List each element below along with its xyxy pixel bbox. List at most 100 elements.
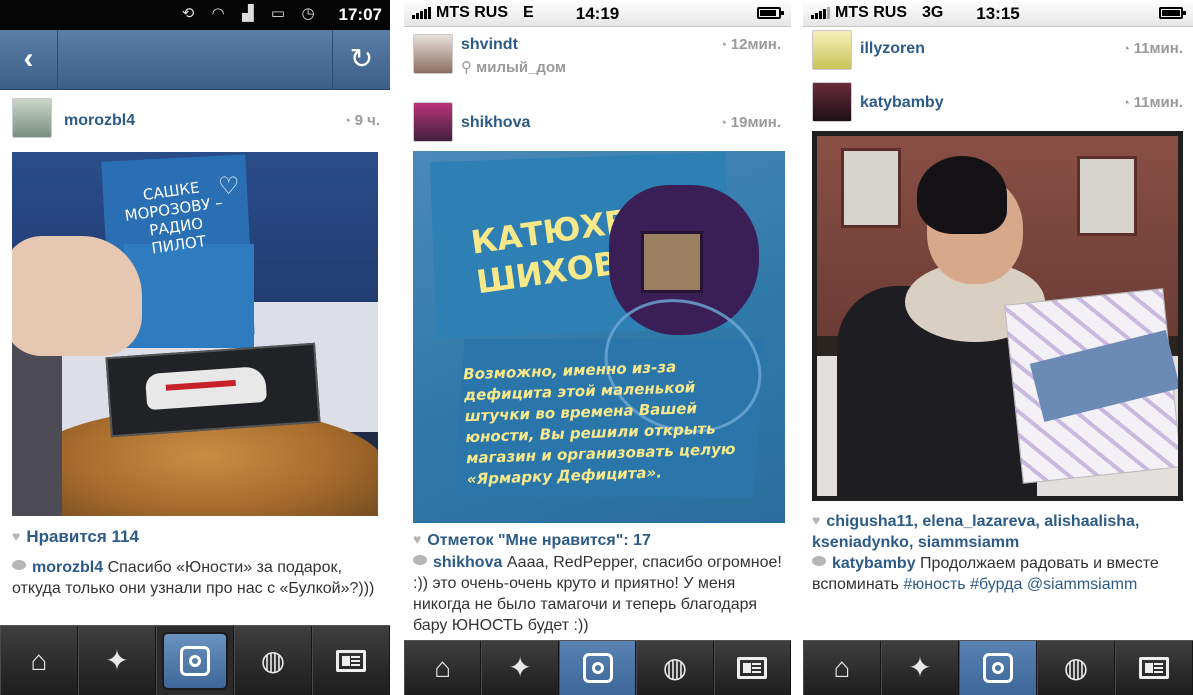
photo-hand: [12, 236, 142, 356]
post-header: morozbl4 9 ч.: [0, 96, 390, 146]
star-icon: ✦: [105, 644, 129, 676]
photo-window: [841, 148, 901, 228]
status-time: 14:19: [575, 4, 620, 23]
post-time: 12мин.: [719, 36, 781, 53]
likes-count: Отметок "Мне нравится": 17: [427, 532, 651, 549]
post-username[interactable]: shikhova: [461, 114, 530, 132]
avatar[interactable]: [812, 30, 852, 70]
nav-bar: ‹ ↻: [0, 30, 390, 90]
tab-camera[interactable]: [959, 641, 1037, 695]
speech-bubble-icon: ◍: [1063, 652, 1089, 683]
back-button[interactable]: ‹: [0, 30, 58, 90]
post-time: 11мин.: [1122, 40, 1183, 57]
liker[interactable]: elena_lazareva: [922, 513, 1035, 530]
likes-line[interactable]: ♥ Нравится 114: [12, 527, 139, 547]
comment: katybamby Продолжаем радовать и вместе в…: [812, 553, 1187, 595]
battery-icon: [757, 7, 784, 19]
comment-username[interactable]: katybamby: [832, 555, 916, 572]
avatar[interactable]: [12, 98, 52, 138]
post-photo[interactable]: КАТЮХЕ ШИХОВОЙ Возможно, именно из-за деф…: [413, 151, 785, 523]
post-photo[interactable]: САШКЕ МОРОЗОВУ – РАДИО ПИЛОТ ♡: [12, 152, 378, 516]
post-location[interactable]: ⚲ милый_дом: [461, 58, 566, 76]
news-card-icon: [1139, 657, 1169, 679]
post-username[interactable]: illyzoren: [860, 40, 925, 58]
prev-post-header: illyzoren 11мин.: [803, 28, 1193, 74]
phone-screen-ios-2: MTS RUS 3G 13:15 illyzoren 11мин. katyba…: [803, 0, 1193, 695]
photo-card-text: САШКЕ МОРОЗОВУ – РАДИО ПИЛОТ: [123, 178, 224, 258]
tab-popular[interactable]: ✦: [481, 641, 559, 695]
likers-line: ♥ chigusha11, elena_lazareva, alishaalish…: [812, 512, 1140, 551]
avatar[interactable]: [413, 102, 453, 142]
star-icon: ✦: [908, 652, 932, 683]
comment-tags[interactable]: #юность #бурда @siammsiamm: [903, 576, 1137, 593]
post-time: 11мин.: [1122, 94, 1183, 111]
tab-popular[interactable]: ✦: [78, 626, 156, 695]
tab-popular[interactable]: ✦: [881, 641, 959, 695]
tab-home[interactable]: ⌂: [0, 626, 78, 695]
tab-profile[interactable]: [713, 641, 791, 695]
comment-icon: [413, 555, 427, 565]
status-bar: MTS RUS 3G 13:15: [803, 0, 1193, 27]
home-icon: ⌂: [30, 644, 48, 676]
tab-activity[interactable]: ◍: [1037, 641, 1115, 695]
tab-camera[interactable]: [558, 641, 637, 695]
comment: morozbl4 Спасибо «Юности» за подарок, от…: [12, 557, 378, 599]
tab-bar: ⌂ ✦ ◍: [803, 640, 1193, 695]
camera-icon: [582, 653, 613, 683]
photo-sleeve: [12, 342, 62, 516]
tab-bar: ⌂ ✦ ◍: [0, 625, 390, 695]
news-card-icon: [737, 657, 768, 679]
post-username[interactable]: katybamby: [860, 94, 944, 112]
likes-line[interactable]: ♥ Отметок "Мне нравится": 17: [413, 531, 651, 550]
post-username[interactable]: morozbl4: [64, 112, 135, 130]
camera-icon: [180, 645, 210, 676]
photo-card-fold: [124, 244, 254, 348]
tab-profile[interactable]: [1115, 641, 1193, 695]
avatar[interactable]: [812, 82, 852, 122]
likes-count: Нравится 114: [26, 527, 139, 546]
post-time: 19мин.: [719, 114, 781, 131]
tab-home[interactable]: ⌂: [404, 641, 482, 695]
liker[interactable]: siammsiamm: [918, 534, 1019, 551]
tab-activity[interactable]: ◍: [636, 641, 714, 695]
rotate-icon: ⟲: [181, 5, 195, 22]
post-username[interactable]: shvindt: [461, 36, 518, 54]
avatar[interactable]: [413, 34, 453, 74]
signal-icon: ▟: [242, 5, 254, 22]
refresh-icon: ↻: [349, 43, 374, 74]
home-icon: ⌂: [833, 652, 851, 683]
heart-icon: ♥: [812, 512, 821, 528]
post-time: 9 ч.: [343, 112, 380, 129]
liker[interactable]: kseniadynko: [812, 534, 909, 551]
heart-outline-icon: ♡: [218, 173, 240, 200]
prev-post-header: shvindt ⚲ милый_дом 12мин.: [404, 31, 791, 77]
speech-bubble-icon: ◍: [662, 652, 688, 683]
location-pin-icon: ⚲: [461, 59, 477, 76]
post-header: katybamby 11мин.: [803, 82, 1193, 132]
photo-hair: [917, 156, 1007, 234]
heart-icon: ♥: [12, 528, 21, 544]
liker[interactable]: chigusha11: [826, 513, 913, 530]
post-photo[interactable]: [812, 131, 1183, 501]
comment-username[interactable]: morozbl4: [32, 559, 103, 576]
status-time: 17:07: [338, 5, 382, 24]
home-icon: ⌂: [434, 652, 452, 683]
tab-camera[interactable]: [156, 626, 234, 695]
battery-icon: ▭: [270, 5, 286, 22]
post-header: shikhova 19мин.: [404, 102, 791, 152]
star-icon: ✦: [508, 652, 532, 683]
wifi-icon: ◠: [211, 5, 225, 22]
tab-profile[interactable]: [312, 626, 390, 695]
tab-home[interactable]: ⌂: [803, 641, 881, 695]
tab-activity[interactable]: ◍: [234, 626, 312, 695]
photo-tamagotchi-screen: [641, 231, 703, 293]
chevron-left-icon: ‹: [23, 42, 34, 75]
refresh-button[interactable]: ↻: [332, 30, 390, 90]
alarm-icon: ◷: [301, 5, 315, 22]
photo-window: [1077, 156, 1137, 236]
comment-username[interactable]: shikhova: [433, 554, 502, 571]
comment-icon: [812, 556, 826, 566]
liker[interactable]: alishaalisha: [1044, 513, 1135, 530]
camera-icon: [983, 653, 1013, 683]
status-bar: MTS RUS E 14:19: [404, 0, 791, 27]
